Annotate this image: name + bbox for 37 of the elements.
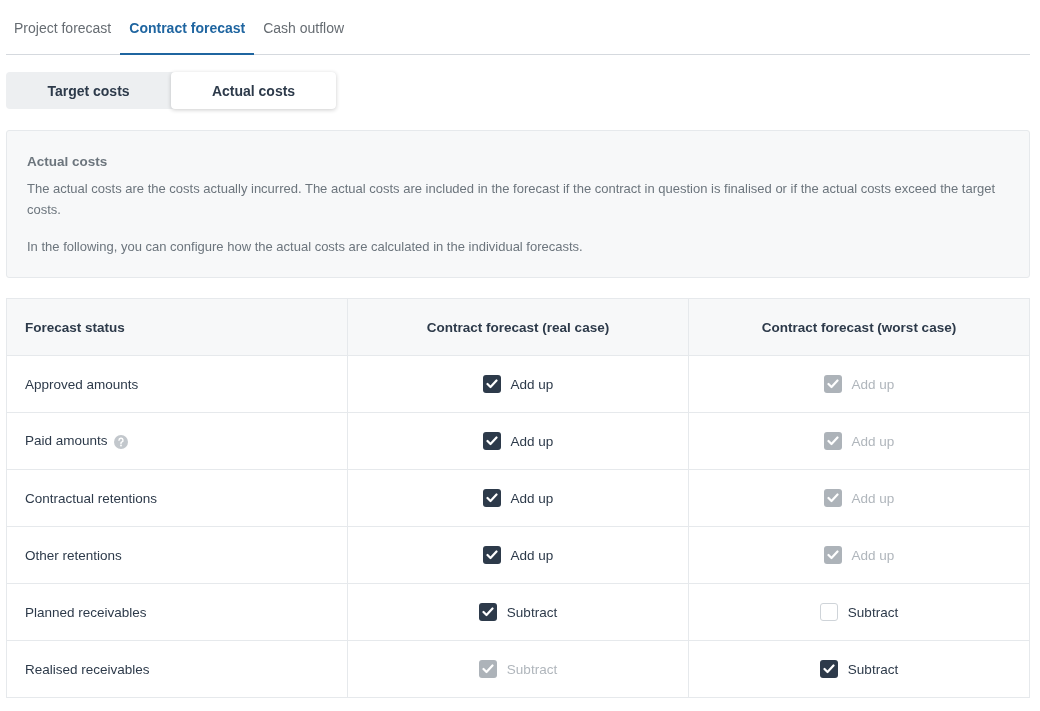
checkbox[interactable] [482,432,501,450]
status-label: Other retentions [25,547,122,563]
info-title: Actual costs [27,153,109,171]
checkbox-label: Add up [851,547,895,563]
status-label: Contractual retentions [25,490,158,506]
help-icon[interactable] [113,434,128,449]
checkbox-label: Subtract [506,604,558,620]
checkbox-label: Subtract [847,661,899,677]
column-header: Contract forecast (real case) [347,298,689,356]
status-label: Realised receivables [25,661,150,677]
tab[interactable]: Cash outflow [254,0,354,55]
checkbox[interactable] [482,489,501,507]
checkbox[interactable] [819,660,838,678]
checkbox-label: Add up [510,490,554,506]
info-text: The actual costs are the costs actually incurred. The actual costs are included in the forecast if the contract in question is finalised or if the actual costs exceed the target costs. [27,180,997,219]
info-text: In the following, you can configure how the actual costs are calculated in the individual forecasts. [27,238,584,256]
column-header: Forecast status [6,298,348,356]
checkbox-label: Subtract [847,604,899,620]
checkbox[interactable] [478,603,497,621]
checkbox-label: Add up [510,547,554,563]
checkbox-label: Add up [851,490,895,506]
checkbox[interactable] [482,546,501,564]
checkbox-label: Add up [510,376,554,392]
checkbox[interactable] [482,375,501,393]
checkbox-label: Subtract [506,661,558,677]
segment-button[interactable]: Actual costs [171,72,336,109]
tab[interactable]: Contract forecast [120,0,255,55]
checkbox-label: Add up [510,433,554,449]
checkbox-label: Add up [851,433,895,449]
segment-button[interactable]: Target costs [6,72,171,109]
status-label: Planned receivables [25,604,147,620]
status-label: Approved amounts [25,376,139,392]
column-header: Contract forecast (worst case) [688,298,1030,356]
checkbox[interactable] [819,603,838,621]
checkbox-label: Add up [851,376,895,392]
tab[interactable]: Project forecast [6,0,121,55]
status-label: Paid amounts [25,433,108,449]
